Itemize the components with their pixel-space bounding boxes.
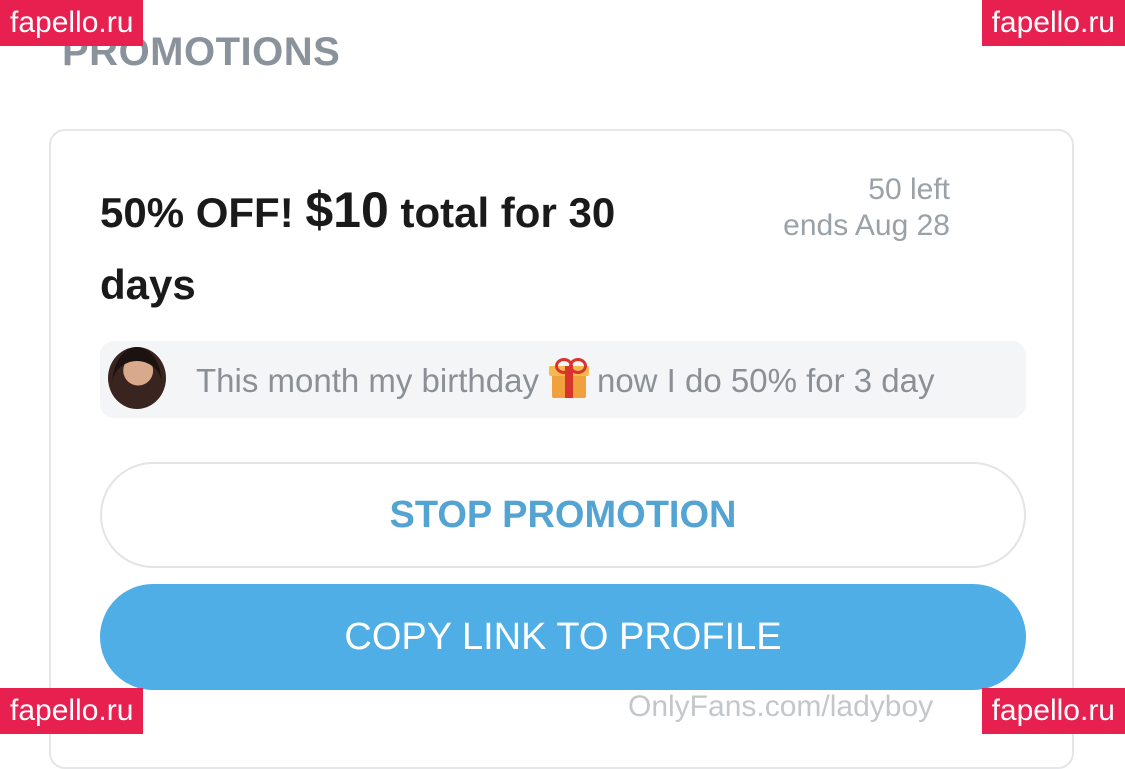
watermark-bottom-right: fapello.ru xyxy=(981,688,1125,734)
promotion-message-text: This month my birthday now I do 50% for 3… xyxy=(196,358,935,403)
stop-promotion-button[interactable]: STOP PROMOTION xyxy=(100,462,1026,568)
avatar xyxy=(108,347,166,409)
message-end: now I do 50% for 3 day xyxy=(596,362,935,399)
promotion-remaining: 50 left xyxy=(868,173,950,206)
copy-link-button[interactable]: COPY LINK TO PROFILE xyxy=(100,584,1026,690)
promotion-title: 50% OFF! $10 total for 30 days xyxy=(100,174,720,321)
promotion-title-prefix: 50% OFF! xyxy=(100,189,294,236)
watermark-top-right: fapello.ru xyxy=(981,0,1125,46)
promotion-end-date: ends Aug 28 xyxy=(783,209,950,242)
message-start: This month my birthday xyxy=(196,362,539,399)
gift-icon xyxy=(548,358,589,398)
watermark-top-left: fapello.ru xyxy=(0,0,144,46)
watermark-bottom-left: fapello.ru xyxy=(0,688,144,734)
promotion-price: $10 xyxy=(305,182,389,238)
footer-url: OnlyFans.com/ladyboy xyxy=(628,690,934,723)
promotion-meta: 50 left ends Aug 28 xyxy=(783,172,950,244)
